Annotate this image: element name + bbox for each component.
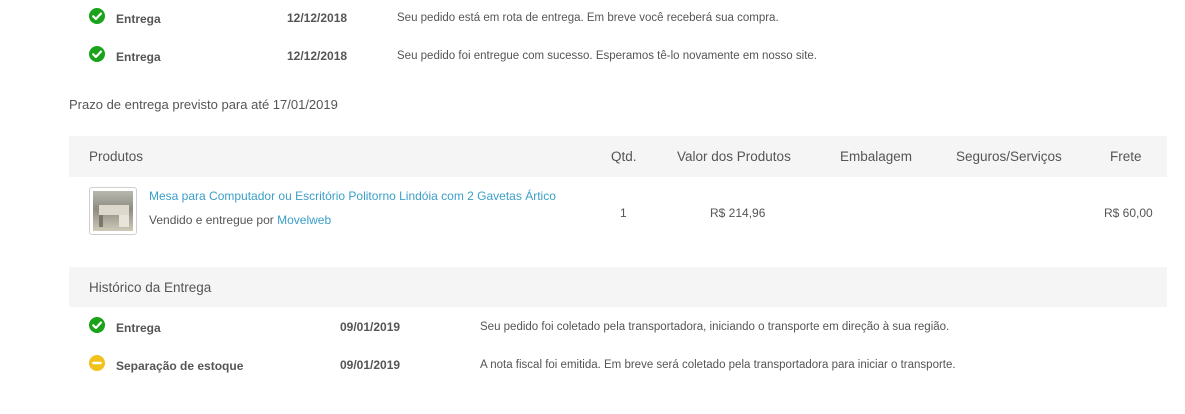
product-frete: R$ 60,00 (1104, 206, 1153, 220)
product-thumbnail[interactable] (89, 187, 137, 235)
event-message: Seu pedido foi coletado pela transportad… (480, 321, 950, 333)
check-circle-icon (89, 46, 105, 62)
minus-circle-icon (89, 355, 105, 371)
col-header-seguros: Seguros/Serviços (956, 149, 1062, 164)
products-table-header: Produtos Qtd. Valor dos Produtos Embalag… (69, 136, 1167, 177)
history-title: Histórico da Entrega (89, 280, 212, 295)
seller-prefix: Vendido e entregue por (149, 213, 274, 227)
history-event-row: Separação de estoque 09/01/2019 A nota f… (0, 351, 1185, 381)
product-row: Mesa para Computador ou Escritório Polit… (69, 177, 1167, 247)
event-label: Entrega (116, 12, 161, 26)
product-name-link[interactable]: Mesa para Computador ou Escritório Polit… (149, 189, 556, 203)
product-value: R$ 214,96 (710, 206, 766, 220)
event-label: Entrega (116, 50, 161, 64)
history-event-row: Entrega 09/01/2019 Seu pedido foi coleta… (0, 313, 1185, 343)
history-header: Histórico da Entrega (69, 267, 1167, 307)
event-date: 09/01/2019 (340, 358, 401, 372)
event-date: 12/12/2018 (287, 49, 348, 63)
seller-info: Vendido e entregue por Movelweb (149, 213, 331, 227)
check-circle-icon (89, 8, 105, 24)
col-header-qtd: Qtd. (611, 149, 637, 164)
top-event-row: Entrega 12/12/2018 Seu pedido foi entreg… (0, 42, 1185, 72)
delivery-deadline: Prazo de entrega previsto para até 17/01… (69, 97, 338, 112)
check-circle-icon (89, 317, 105, 333)
col-header-produtos: Produtos (89, 149, 144, 164)
product-qty: 1 (620, 206, 627, 220)
event-message: Seu pedido está em rota de entrega. Em b… (397, 12, 779, 24)
event-label: Separação de estoque (116, 359, 244, 373)
col-header-valor: Valor dos Produtos (677, 149, 791, 164)
event-date: 09/01/2019 (340, 320, 401, 334)
event-label: Entrega (116, 321, 161, 335)
col-header-frete: Frete (1110, 149, 1142, 164)
desk-image (93, 191, 133, 231)
event-message: A nota fiscal foi emitida. Em breve será… (480, 359, 956, 371)
event-date: 12/12/2018 (287, 11, 348, 25)
event-message: Seu pedido foi entregue com sucesso. Esp… (397, 50, 817, 62)
top-event-row: Entrega 12/12/2018 Seu pedido está em ro… (0, 4, 1185, 34)
seller-link[interactable]: Movelweb (277, 213, 331, 227)
col-header-embalagem: Embalagem (840, 149, 913, 164)
